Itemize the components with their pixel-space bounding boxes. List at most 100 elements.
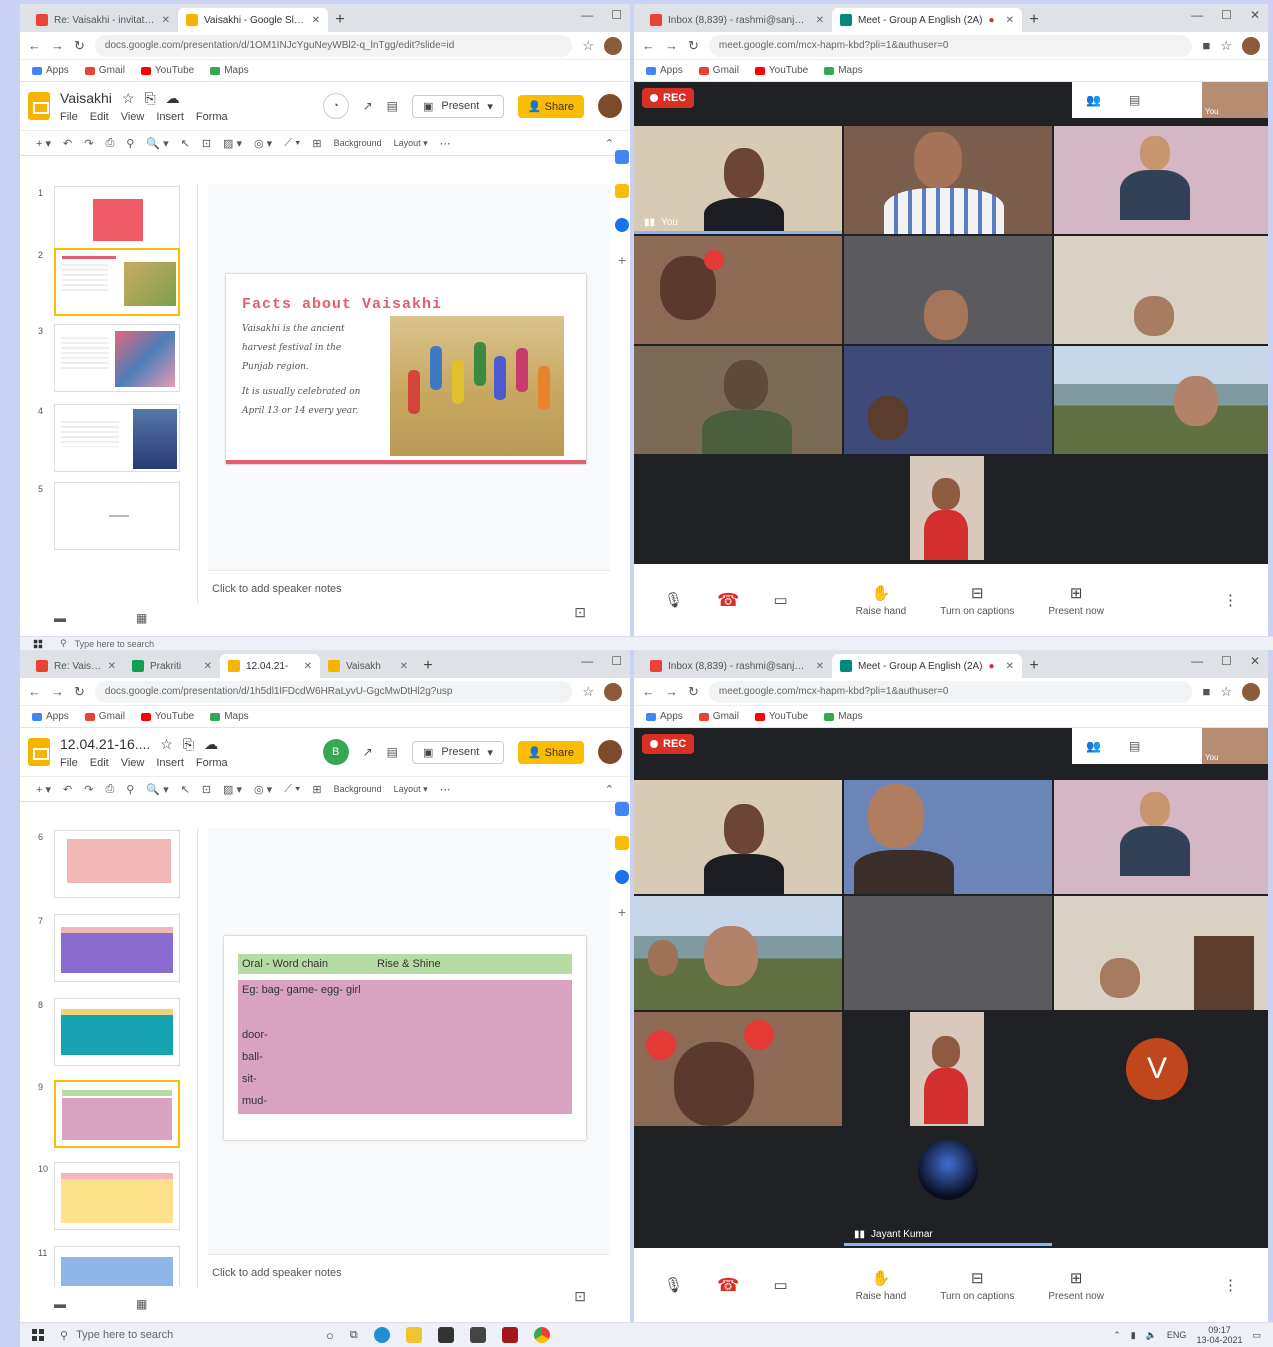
comments-icon[interactable]: ▤	[387, 745, 398, 759]
back-icon[interactable]: ←	[28, 684, 41, 699]
activity-icon[interactable]: ↗	[363, 99, 373, 113]
thumbnail-row[interactable]: 7	[20, 914, 198, 984]
menu-edit[interactable]: Edit	[90, 111, 109, 123]
menu-format[interactable]: Forma	[196, 757, 228, 769]
collaborator-avatar[interactable]: B	[322, 739, 349, 765]
tab-gmail[interactable]: Re: Vaisakhi - invitation to activ✕	[28, 8, 178, 32]
thumbnail-row[interactable]: 6	[20, 830, 198, 900]
camera-status-icon[interactable]: ■	[1202, 38, 1210, 53]
network-icon[interactable]: ▮	[1131, 1330, 1136, 1341]
notifications-icon[interactable]: ▭	[1252, 1330, 1261, 1341]
windows-start-icon[interactable]	[32, 1329, 44, 1341]
url-field[interactable]: docs.google.com/presentation/d/1OM1INJcY…	[94, 34, 573, 57]
select-icon[interactable]: ↖	[181, 137, 190, 150]
video-tile[interactable]	[844, 346, 1052, 454]
url-field[interactable]: meet.google.com/mcx-hapm-kbd?pli=1&authu…	[708, 680, 1193, 703]
back-icon[interactable]: ←	[642, 38, 655, 53]
tab-slides[interactable]: 12.04.21- ✕	[220, 654, 320, 678]
chat-icon[interactable]: ▤	[1129, 93, 1140, 107]
bookmark-youtube[interactable]: YouTube	[754, 711, 808, 722]
language-indicator[interactable]: ENG	[1167, 1330, 1187, 1340]
volume-icon[interactable]: 🔈	[1146, 1330, 1157, 1341]
select-icon[interactable]: ↖	[181, 783, 190, 796]
bookmark-youtube[interactable]: YouTube	[140, 711, 194, 722]
bookmark-gmail[interactable]: Gmail	[698, 711, 739, 722]
close-icon[interactable]: ✕	[1006, 15, 1014, 26]
tab-inbox[interactable]: Inbox (8,839) - rashmi@sanjay... ✕	[642, 8, 832, 32]
slide-thumbnail[interactable]	[54, 186, 180, 254]
video-tile[interactable]	[910, 1012, 984, 1126]
print-icon[interactable]: ⎙	[105, 783, 114, 796]
menu-file[interactable]: File	[60, 111, 78, 123]
slide-title[interactable]: Facts about Vaisakhi	[242, 296, 442, 313]
star-icon[interactable]: ☆	[160, 736, 173, 753]
slides-logo-icon[interactable]	[28, 738, 50, 766]
tab-drive[interactable]: Prakriti ✕	[124, 654, 220, 678]
video-tile[interactable]	[634, 1012, 842, 1126]
bookmark-maps[interactable]: Maps	[824, 711, 863, 722]
keep-icon[interactable]	[615, 184, 629, 198]
back-icon[interactable]: ←	[642, 684, 655, 699]
layout-button[interactable]: Layout ▾	[394, 784, 428, 795]
add-addon-icon[interactable]: +	[615, 252, 629, 268]
background-button[interactable]: Background	[334, 784, 382, 794]
menu-insert[interactable]: Insert	[156, 757, 184, 769]
chat-icon[interactable]: ▤	[1129, 739, 1140, 753]
text-box-icon[interactable]: ⊡	[202, 783, 211, 796]
slide-thumbnail[interactable]	[54, 324, 180, 392]
forward-icon[interactable]: →	[51, 38, 64, 53]
new-slide-icon[interactable]: + ▾	[36, 783, 51, 796]
background-button[interactable]: Background	[334, 138, 382, 148]
slide-thumbnail[interactable]	[54, 404, 180, 472]
slide-canvas[interactable]: Oral - Word chain Rise & Shine Eg: bag- …	[208, 828, 610, 1254]
participants-icon[interactable]: 👥	[1086, 739, 1101, 753]
reload-icon[interactable]: ↻	[74, 684, 85, 700]
slide-thumbnail[interactable]	[54, 914, 180, 982]
collaborator-icon[interactable]: ◔	[322, 93, 349, 119]
tab-gmail[interactable]: Re: Vaisakh✕	[28, 654, 124, 678]
video-tile[interactable]	[634, 346, 842, 454]
close-icon[interactable]: ✕	[204, 661, 212, 672]
explore-icon[interactable]: ⊡	[574, 604, 586, 621]
camera-button[interactable]: ▭	[773, 1276, 787, 1294]
video-tile[interactable]	[910, 456, 984, 560]
maximize-icon[interactable]: ☐	[611, 8, 622, 22]
mic-button[interactable]: 🎙	[664, 1276, 683, 1294]
present-now-button[interactable]: ⊞ Present now	[1048, 1269, 1104, 1302]
explore-icon[interactable]: ⊡	[574, 1288, 586, 1305]
maximize-icon[interactable]: ☐	[1221, 8, 1232, 22]
video-tile-self[interactable]: ▮▮ You	[634, 126, 842, 234]
line-icon[interactable]: ⟋ ▾	[284, 137, 300, 150]
minimize-icon[interactable]: —	[1191, 654, 1203, 668]
chrome-icon[interactable]	[533, 1327, 550, 1343]
bookmark-maps[interactable]: Maps	[210, 65, 249, 76]
zoom-icon[interactable]: 🔍 ▾	[146, 783, 168, 796]
more-options-button[interactable]: ⋮	[1223, 1276, 1238, 1294]
close-icon[interactable]: ✕	[400, 661, 408, 672]
menu-view[interactable]: View	[121, 757, 145, 769]
thumbnail-row[interactable]: 10	[20, 1162, 198, 1232]
star-icon[interactable]: ☆	[1220, 684, 1232, 700]
app-icon[interactable]	[501, 1327, 518, 1343]
tray-chevron-icon[interactable]: ⌃	[1113, 1330, 1121, 1341]
comments-icon[interactable]: ▤	[387, 99, 398, 113]
video-tile[interactable]	[634, 236, 842, 344]
more-icon[interactable]: ⋯	[440, 137, 451, 150]
doc-title[interactable]: Vaisakhi	[60, 90, 112, 106]
video-tile[interactable]	[1054, 896, 1268, 1010]
participants-icon[interactable]: 👥	[1086, 93, 1101, 107]
bookmark-maps[interactable]: Maps	[824, 65, 863, 76]
profile-avatar[interactable]	[1242, 36, 1260, 55]
slide-thumbnail[interactable]	[54, 1162, 180, 1230]
new-tab-button[interactable]: +	[1022, 8, 1046, 32]
current-slide[interactable]: Facts about Vaisakhi Vaisakhi is the anc…	[226, 274, 586, 464]
menu-edit[interactable]: Edit	[90, 757, 109, 769]
close-icon[interactable]: ✕	[108, 661, 116, 672]
bookmark-apps[interactable]: Apps	[646, 65, 683, 76]
activity-icon[interactable]: ↗	[363, 745, 373, 759]
layout-button[interactable]: Layout ▾	[394, 138, 428, 149]
video-tile[interactable]	[634, 896, 842, 1010]
minimize-icon[interactable]: —	[581, 8, 593, 22]
table-body[interactable]: Eg: bag- game- egg- girl door- ball- sit…	[238, 980, 572, 1114]
current-slide[interactable]: Oral - Word chain Rise & Shine Eg: bag- …	[224, 936, 586, 1140]
